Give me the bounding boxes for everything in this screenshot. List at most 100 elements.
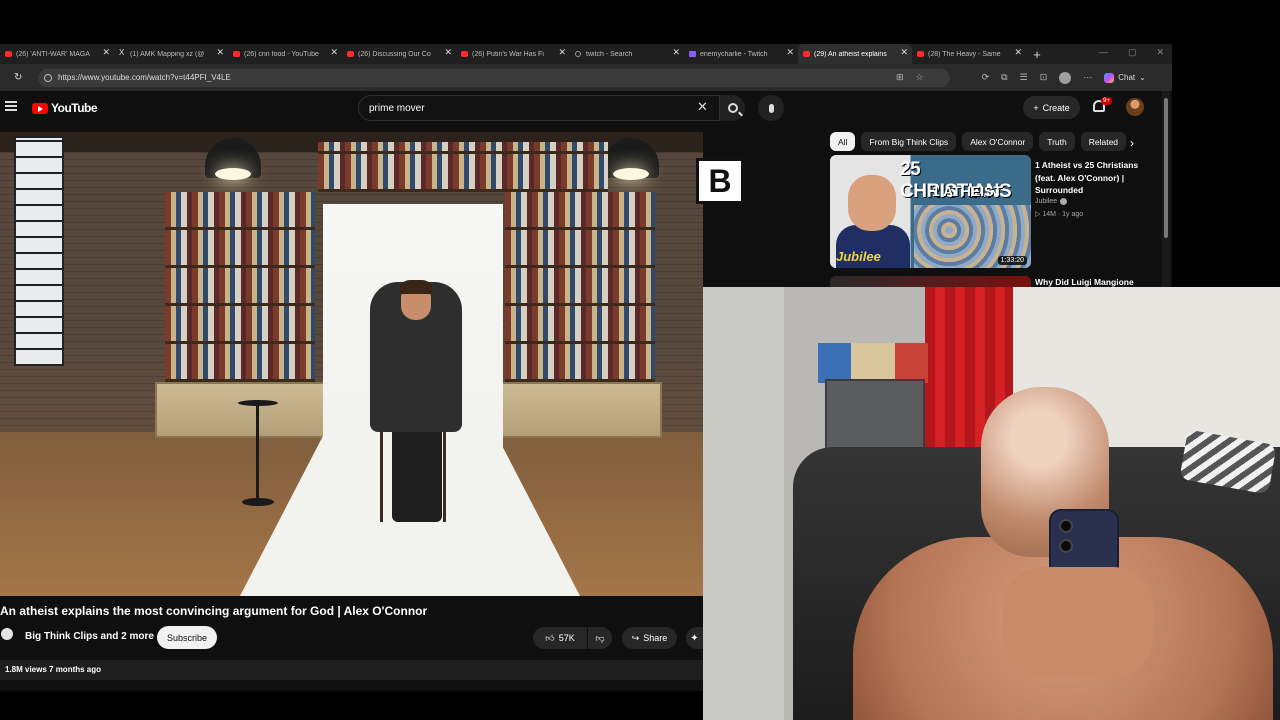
youtube-icon (803, 51, 810, 57)
table-base (242, 498, 274, 506)
streamer-hand (1003, 567, 1153, 677)
youtube-icon (347, 51, 354, 57)
channel-avatar[interactable] (1, 628, 13, 640)
bookshelf (318, 142, 608, 192)
close-window-icon[interactable]: ✕ (1156, 47, 1164, 58)
browser-tab[interactable]: (26) Putin's War Has Fi ✕ (456, 44, 570, 64)
youtube-icon (233, 51, 240, 57)
minimize-icon[interactable]: — (1099, 47, 1108, 58)
recommendation-thumbnail[interactable]: 25 CHRISTIANS 1 ATHEIST Jubilee 1:33:20 (830, 155, 1031, 268)
browser-toolbar: ⟳ ⧉ ☰ ⊡ ⋯ Chat ⌄ (982, 71, 1146, 84)
recommendation-title[interactable]: Why Did Luigi Mangione (1035, 277, 1134, 287)
subscribe-button[interactable]: Subscribe (157, 626, 217, 649)
scrollbar-thumb[interactable] (1164, 98, 1168, 238)
video-duration: 1:33:20 (997, 256, 1027, 265)
app-available-icon[interactable]: ⊞ (896, 72, 904, 83)
search-icon (727, 103, 738, 113)
tab-label: (26) Putin's War Has Fi (472, 50, 544, 58)
youtube-icon (917, 51, 924, 57)
boxes (818, 343, 928, 383)
tab-close-icon[interactable]: ✕ (558, 47, 566, 58)
tab-close-icon[interactable]: ✕ (330, 47, 338, 58)
tab-close-icon[interactable]: ✕ (1014, 47, 1022, 58)
tab-label: twitch - Search (586, 50, 633, 58)
browser-tab[interactable]: twitch - Search ✕ (570, 44, 684, 64)
tab-close-icon[interactable]: ✕ (216, 47, 224, 58)
account-avatar[interactable] (1126, 98, 1144, 116)
tab-label: (26) cnn food - YouTube (244, 50, 319, 58)
microphone-icon (768, 103, 774, 113)
search-button[interactable] (720, 95, 745, 121)
tab-label: (1) AMK Mapping xz (@ (130, 50, 205, 58)
chip-alex-oconnor[interactable]: Alex O'Connor (962, 132, 1034, 151)
recommendation-meta: ▷ 14M · 1y ago (1035, 210, 1083, 218)
collections-icon[interactable]: ⊡ (1040, 72, 1048, 83)
profile-icon[interactable] (1059, 71, 1072, 84)
like-button[interactable]: 👍︎ 57K (533, 627, 587, 649)
more-options-icon[interactable]: ⋯ (1083, 72, 1092, 83)
browser-tab[interactable]: X (1) AMK Mapping xz (@ ✕ (114, 44, 228, 64)
thumbs-up-icon: 👍︎ (545, 632, 555, 643)
studio-window (14, 136, 64, 366)
youtube-logo[interactable]: YouTube (32, 101, 98, 115)
speaker-hair (399, 280, 433, 294)
browser-tab[interactable]: enemycharlie - Twitch ✕ (684, 44, 798, 64)
tab-close-icon[interactable]: ✕ (786, 47, 794, 58)
tab-close-icon[interactable]: ✕ (672, 47, 680, 58)
chip-related[interactable]: Related (1080, 132, 1127, 151)
create-button[interactable]: + Create (1023, 96, 1080, 119)
copilot-chat-button[interactable]: Chat ⌄ (1104, 72, 1146, 83)
extensions-icon[interactable]: ⧉ (1001, 72, 1007, 83)
recommendation-channel[interactable]: Jubilee (1035, 198, 1068, 205)
browser-tab[interactable]: (26) 'ANTI-WAR' MAGA ✕ (0, 44, 114, 64)
favorite-star-icon[interactable]: ☆ (916, 72, 924, 83)
maximize-icon[interactable]: ▢ (1128, 47, 1137, 58)
camera-lens (1059, 539, 1073, 553)
twitch-icon (689, 51, 696, 57)
search-input[interactable]: prime mover (358, 95, 720, 121)
url-field[interactable]: https://www.youtube.com/watch?v=t44PFI_V… (38, 68, 950, 87)
clear-search-icon[interactable]: ✕ (697, 99, 708, 115)
url-text: https://www.youtube.com/watch?v=t44PFI_V… (58, 73, 231, 82)
thumbnail-brand: Jubilee (836, 249, 881, 264)
sideboard (500, 382, 662, 438)
more-actions-icon[interactable]: ✦ (686, 627, 703, 649)
channel-name[interactable]: Big Think Clips and 2 more (25, 631, 154, 642)
youtube-masthead: YouTube prime mover ✕ + Create 9+ (0, 91, 1162, 125)
copilot-icon (1104, 72, 1115, 83)
recommendation-title[interactable]: 1 Atheist vs 25 Christians (feat. Alex O… (1035, 159, 1150, 197)
video-player[interactable] (0, 132, 703, 596)
description-box[interactable] (0, 660, 703, 680)
voice-search-button[interactable] (758, 95, 784, 121)
tab-label: enemycharlie - Twitch (700, 50, 768, 58)
side-table (238, 400, 278, 508)
tab-close-icon[interactable]: ✕ (102, 47, 110, 58)
youtube-play-icon (32, 102, 48, 114)
dislike-button[interactable]: 👎︎ (588, 627, 612, 649)
new-tab-button[interactable]: + (1026, 47, 1048, 62)
refresh-page-icon[interactable]: ⟳ (982, 72, 990, 83)
screen: (26) 'ANTI-WAR' MAGA ✕ X (1) AMK Mapping x… (0, 0, 1280, 720)
chip-truth[interactable]: Truth (1039, 132, 1075, 151)
channel-watermark[interactable]: B (696, 158, 744, 204)
url-actions: ⊞ ☆ (896, 72, 924, 83)
youtube-icon (5, 51, 12, 57)
browser-tab[interactable]: (26) Discussing Our Co ✕ (342, 44, 456, 64)
site-info-icon[interactable] (44, 73, 52, 82)
browser-tab[interactable]: (28) The Heavy - Same ✕ (912, 44, 1026, 64)
chip-from-big-think-clips[interactable]: From Big Think Clips (861, 132, 957, 151)
chip-all[interactable]: All (830, 132, 856, 151)
chevron-down-icon: ⌄ (1139, 73, 1146, 82)
tab-close-icon[interactable]: ✕ (444, 47, 452, 58)
reload-icon[interactable]: ↻ (14, 72, 28, 83)
tab-label: (26) 'ANTI-WAR' MAGA (16, 50, 90, 58)
chevron-right-icon[interactable]: › (1130, 136, 1134, 150)
favorites-icon[interactable]: ☰ (1020, 72, 1028, 83)
share-button[interactable]: ↪ Share (622, 627, 677, 649)
table-leg (256, 404, 259, 500)
tab-close-icon[interactable]: ✕ (900, 47, 908, 58)
browser-tab-active[interactable]: (29) An atheist explains ✕ (798, 44, 912, 64)
x-icon: X (119, 48, 125, 57)
browser-tab[interactable]: (26) cnn food - YouTube ✕ (228, 44, 342, 64)
menu-icon[interactable] (5, 101, 17, 111)
